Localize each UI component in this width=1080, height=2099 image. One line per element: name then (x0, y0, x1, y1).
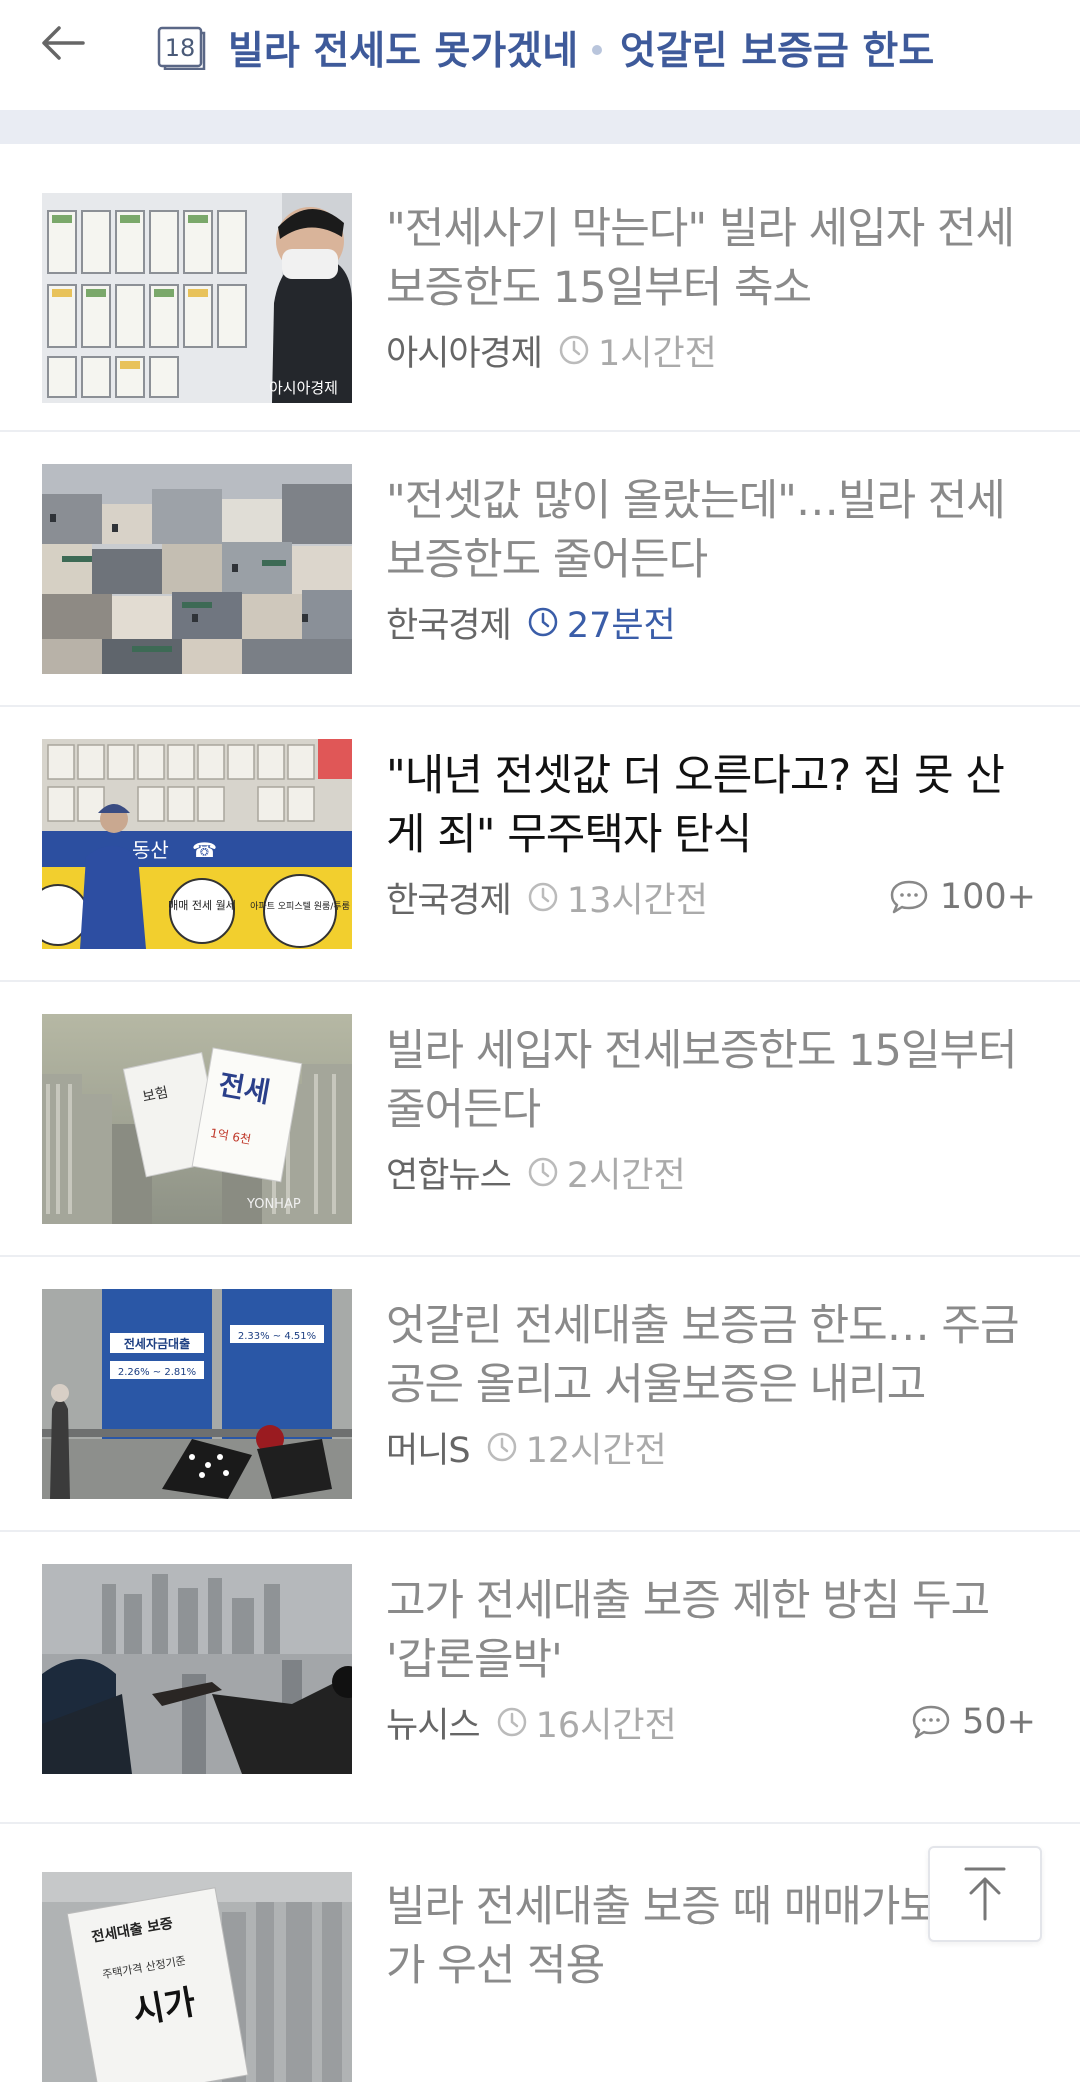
comment-icon (912, 1705, 950, 1739)
article-thumbnail: 동산 ☎ 매매 전세 월세 아파트 오피스텔 원룸/투룸 (42, 739, 352, 949)
article-headline[interactable]: 엇갈린 전세대출 보증금 한도… 주금공은 올리고 서울보증은 내리고 (386, 1297, 1036, 1415)
article-time: 27분전 (566, 605, 676, 646)
article-meta: 연합뉴스 2시간전 (386, 1142, 1036, 1202)
section-divider (0, 110, 1080, 144)
article-press: 아시아경제 (386, 333, 543, 374)
issue-subtitle[interactable]: 엇갈린 보증금 한도 (620, 20, 934, 76)
separator-dot (592, 45, 602, 55)
article-press: 한국경제 (386, 880, 512, 921)
article-meta: 아시아경제 1시간전 (386, 320, 1036, 380)
article-item[interactable]: 전세자금대출 2.26% ~ 2.81% 2.33% ~ 4.51% 엇갈린 전… (0, 1257, 1080, 1532)
article-meta: 뉴시스 16시간전 50+ (386, 1692, 1036, 1752)
comment-count-label: 100+ (939, 877, 1036, 917)
thumbnail-watermark: YONHAP (246, 1197, 301, 1212)
article-item[interactable]: 아시아경제 "전세사기 막는다" 빌라 세입자 전세 보증한도 15일부터 축소… (0, 144, 1080, 432)
arrow-left-icon (42, 26, 85, 60)
arrow-up-to-top-icon (964, 1867, 1006, 1921)
article-thumbnail: 전세대출 보증 주택가격 산정기준 시가 (42, 1872, 352, 2082)
article-thumbnail (42, 464, 352, 674)
article-item[interactable]: 고가 전세대출 보증 제한 방침 두고 '갑론을박' 뉴시스 16시간전 50+ (0, 1532, 1080, 1824)
issue-number: 18 (164, 34, 196, 62)
article-time: 12시간전 (525, 1430, 667, 1471)
article-meta: 한국경제 27분전 (386, 592, 1036, 652)
thumbnail-sign-text: 아파트 오피스텔 원룸/투룸 (250, 900, 350, 912)
article-item[interactable]: 동산 ☎ 매매 전세 월세 아파트 오피스텔 원룸/투룸 "내년 전셋값 더 오… (0, 707, 1080, 982)
article-headline[interactable]: "내년 전셋값 더 오른다고? 집 못 산 게 죄" 무주택자 탄식 (386, 747, 1036, 865)
article-thumbnail: 전세자금대출 2.26% ~ 2.81% 2.33% ~ 4.51% (42, 1289, 352, 1499)
article-thumbnail: 아시아경제 (42, 193, 352, 403)
back-button[interactable] (38, 18, 88, 68)
clock-icon (486, 1431, 518, 1463)
thumbnail-board-text: 2.33% ~ 4.51% (238, 1331, 316, 1342)
scroll-to-top-button[interactable] (928, 1846, 1042, 1942)
article-item[interactable]: 전세대출 보증 주택가격 산정기준 시가 빌라 전세대출 보증 때 매매가보다 … (0, 1824, 1080, 2099)
comment-count[interactable]: 50+ (910, 1702, 1036, 1742)
article-press: 머니S (386, 1430, 471, 1471)
article-time: 1시간전 (598, 333, 717, 374)
article-headline[interactable]: "전세사기 막는다" 빌라 세입자 전세 보증한도 15일부터 축소 (386, 200, 1036, 318)
article-press: 한국경제 (386, 605, 512, 646)
clock-icon (558, 334, 590, 366)
clock-icon (527, 606, 559, 638)
thumbnail-board-text: 2.26% ~ 2.81% (118, 1367, 196, 1378)
clock-icon (527, 1156, 559, 1188)
comment-icon (890, 880, 928, 914)
article-thumbnail (42, 1564, 352, 1774)
article-headline[interactable]: 빌라 세입자 전세보증한도 15일부터 줄어든다 (386, 1022, 1036, 1140)
article-press: 뉴시스 (386, 1705, 481, 1746)
thumbnail-watermark: 아시아경제 (269, 379, 338, 397)
comment-count-label: 50+ (962, 1702, 1036, 1742)
article-meta: 머니S 12시간전 (386, 1417, 1036, 1477)
comment-count[interactable]: 100+ (888, 877, 1036, 917)
clock-icon (496, 1706, 528, 1738)
article-time: 2시간전 (566, 1155, 686, 1196)
article-item[interactable]: 보험 전세 1억 6천 YONHAP 빌라 세입자 전세보증한도 15일부터 줄… (0, 982, 1080, 1257)
article-time: 16시간전 (535, 1705, 677, 1746)
top-bar: 18 빌라 전세도 못가겠네 엇갈린 보증금 한도 (0, 0, 1080, 110)
thumbnail-board-text: 전세자금대출 (124, 1336, 190, 1351)
issue-title[interactable]: 빌라 전세도 못가겠네 (228, 20, 578, 76)
article-item[interactable]: "전셋값 많이 올랐는데"…빌라 전세 보증한도 줄어든다 한국경제 27분전 (0, 432, 1080, 707)
thumbnail-sign-text: 매매 전세 월세 (168, 899, 236, 912)
svg-text:☎: ☎ (192, 838, 217, 862)
clock-icon (527, 881, 559, 913)
article-headline[interactable]: 고가 전세대출 보증 제한 방침 두고 '갑론을박' (386, 1572, 1036, 1690)
article-press: 연합뉴스 (386, 1155, 512, 1196)
calendar-icon: 18 (157, 26, 207, 70)
article-time: 13시간전 (566, 880, 708, 921)
article-list: 아시아경제 "전세사기 막는다" 빌라 세입자 전세 보증한도 15일부터 축소… (0, 144, 1080, 2099)
article-thumbnail: 보험 전세 1억 6천 YONHAP (42, 1014, 352, 1224)
article-headline[interactable]: "전셋값 많이 올랐는데"…빌라 전세 보증한도 줄어든다 (386, 472, 1036, 590)
article-meta: 한국경제 13시간전 100+ (386, 867, 1036, 927)
